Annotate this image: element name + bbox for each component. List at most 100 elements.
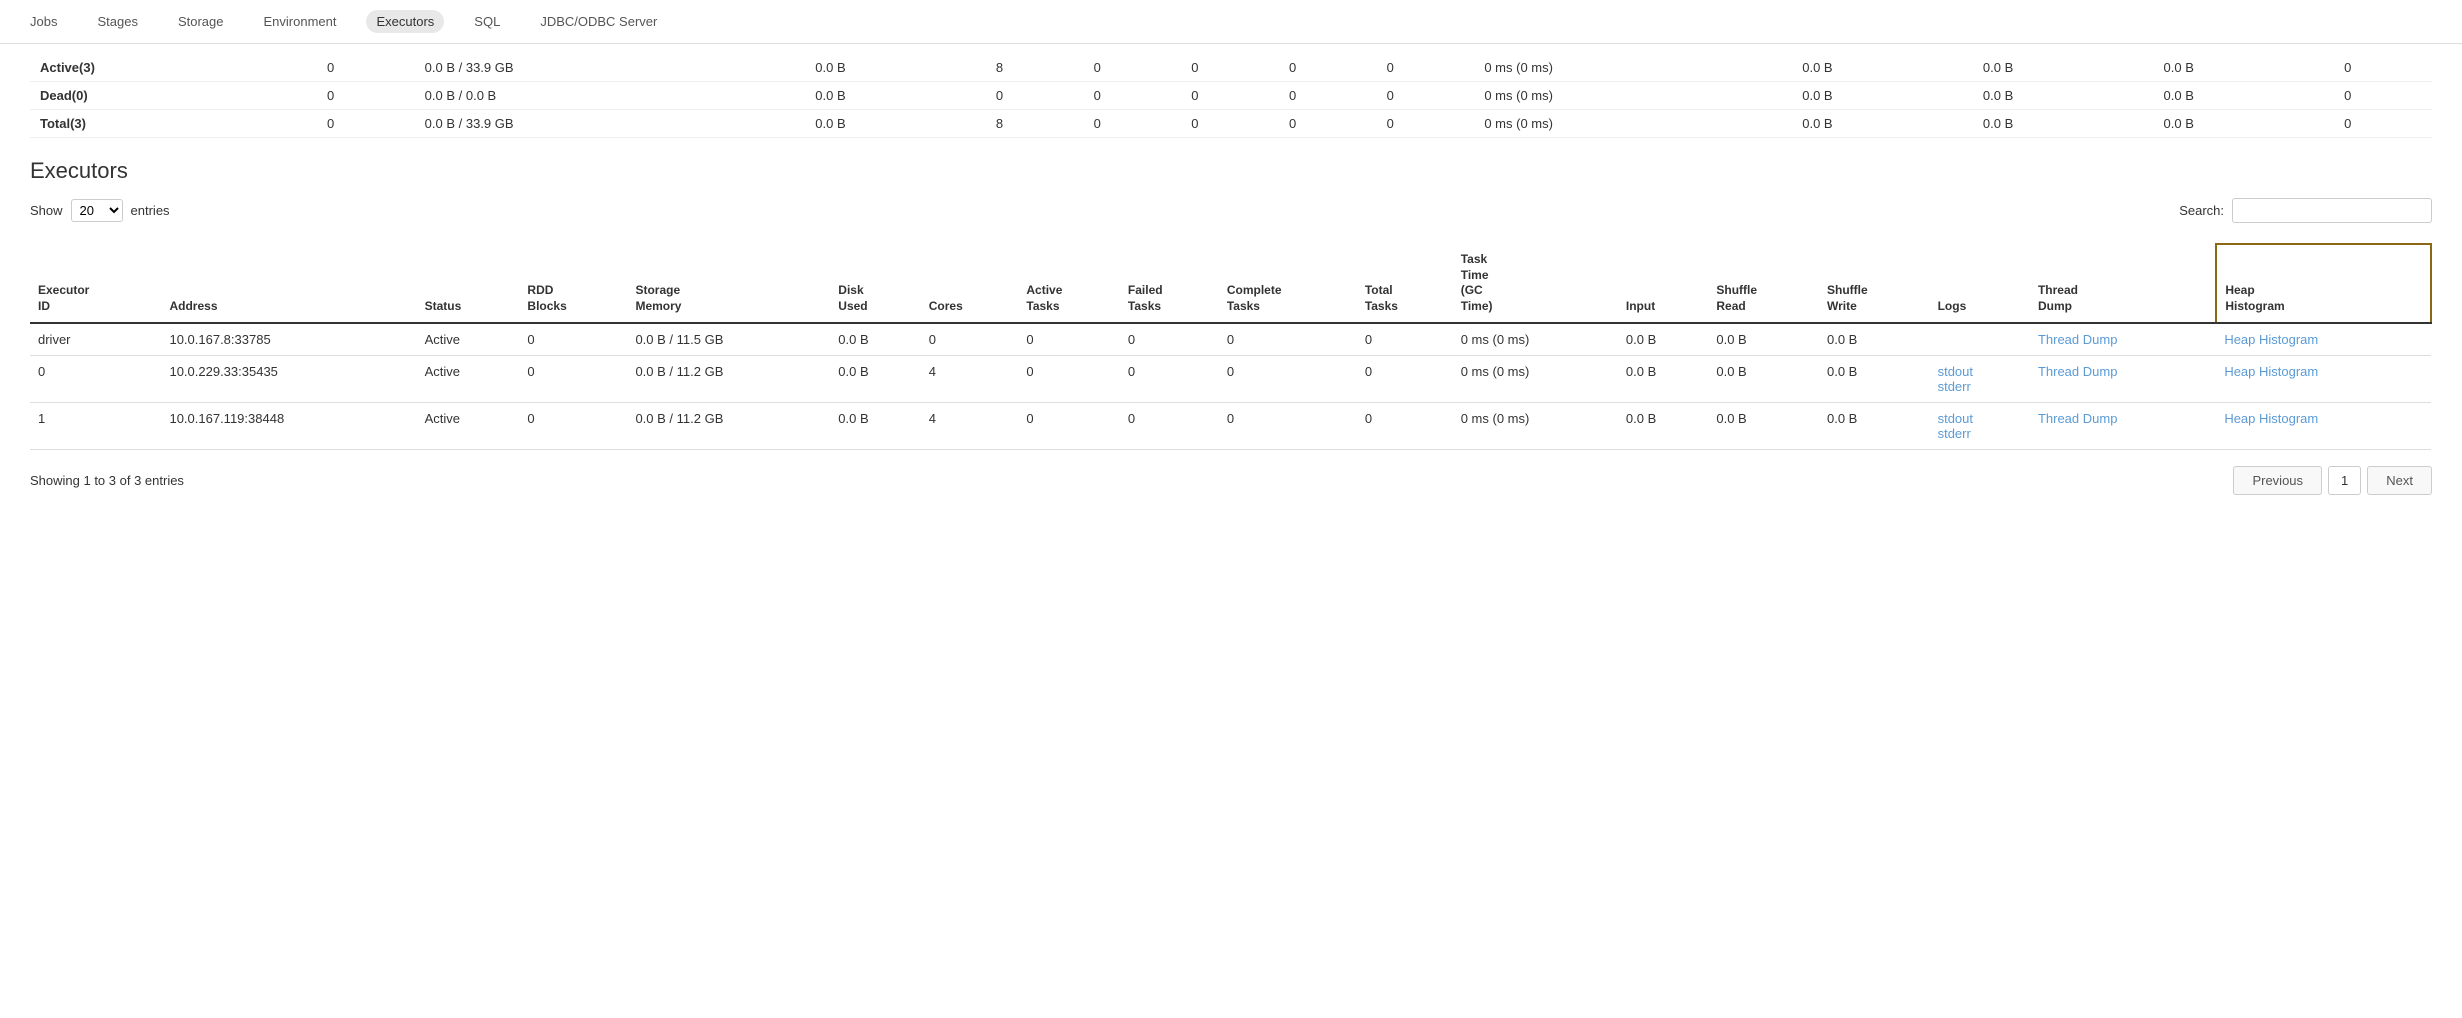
summary-dead-label: Dead(0) [30,82,317,110]
cell-active-tasks-0: 0 [1018,356,1120,403]
col-header-executor-id[interactable]: ExecutorID [30,244,161,323]
cell-disk-0: 0.0 B [830,356,920,403]
show-entries-select[interactable]: 20 50 100 [71,199,123,222]
cell-executor-id-0: 0 [30,356,161,403]
cell-cores-1: 4 [921,403,1019,450]
heap-histogram-link-1[interactable]: Heap Histogram [2224,411,2318,426]
summary-active-cores: 8 [986,54,1084,82]
search-label: Search: [2179,203,2224,218]
tab-storage[interactable]: Storage [168,10,234,33]
thread-dump-link-1[interactable]: Thread Dump [2038,411,2117,426]
summary-dead-disk: 0.0 B [805,82,986,110]
summary-total-label: Total(3) [30,110,317,138]
summary-dead-blacklisted: 0 [2334,82,2432,110]
pagination-controls: Previous 1 Next [2233,466,2432,495]
cell-thread-dump-0[interactable]: Thread Dump [2030,356,2216,403]
cell-storage-0: 0.0 B / 11.2 GB [627,356,830,403]
search-input[interactable] [2232,198,2432,223]
summary-dead-storage: 0.0 B / 0.0 B [415,82,806,110]
cell-heap-histogram-1[interactable]: Heap Histogram [2216,403,2431,450]
log-stderr-link-0[interactable]: stderr [1938,379,1971,394]
summary-active-label: Active(3) [30,54,317,82]
cell-shuffle-write-0: 0.0 B [1819,356,1930,403]
pagination-info: Showing 1 to 3 of 3 entries [30,473,184,488]
cell-disk-driver: 0.0 B [830,323,920,356]
log-stderr-link-1[interactable]: stderr [1938,426,1971,441]
col-header-active-tasks[interactable]: ActiveTasks [1018,244,1120,323]
current-page[interactable]: 1 [2328,466,2361,495]
tab-jdbc[interactable]: JDBC/ODBC Server [530,10,667,33]
summary-dead-shuffle-read: 0.0 B [1973,82,2154,110]
col-header-logs[interactable]: Logs [1930,244,2030,323]
col-header-shuffle-write[interactable]: ShuffleWrite [1819,244,1930,323]
summary-active-task-time: 0 ms (0 ms) [1474,54,1792,82]
col-header-rdd-blocks[interactable]: RDDBlocks [519,244,627,323]
cell-input-1: 0.0 B [1618,403,1708,450]
tab-stages[interactable]: Stages [87,10,147,33]
summary-total-disk: 0.0 B [805,110,986,138]
log-stdout-link-0[interactable]: stdout [1938,364,1973,379]
col-header-total-tasks[interactable]: TotalTasks [1357,244,1453,323]
summary-total-cores: 8 [986,110,1084,138]
cell-complete-tasks-1: 0 [1219,403,1357,450]
cell-cores-0: 4 [921,356,1019,403]
summary-total-shuffle-read: 0.0 B [1973,110,2154,138]
cell-total-tasks-0: 0 [1357,356,1453,403]
summary-active-failed-tasks: 0 [1181,54,1279,82]
cell-thread-dump-1[interactable]: Thread Dump [2030,403,2216,450]
cell-heap-histogram-driver[interactable]: Heap Histogram [2216,323,2431,356]
cell-shuffle-read-0: 0.0 B [1708,356,1819,403]
heap-histogram-link-0[interactable]: Heap Histogram [2224,364,2318,379]
summary-active-blacklisted: 0 [2334,54,2432,82]
tab-environment[interactable]: Environment [254,10,347,33]
cell-task-time-driver: 0 ms (0 ms) [1453,323,1618,356]
col-header-failed-tasks[interactable]: FailedTasks [1120,244,1219,323]
cell-task-time-0: 0 ms (0 ms) [1453,356,1618,403]
cell-total-tasks-driver: 0 [1357,323,1453,356]
summary-total-active-tasks: 0 [1084,110,1182,138]
show-label: Show [30,203,63,218]
cell-thread-dump-driver[interactable]: Thread Dump [2030,323,2216,356]
log-stdout-link-1[interactable]: stdout [1938,411,1973,426]
col-header-input[interactable]: Input [1618,244,1708,323]
thread-dump-link-driver[interactable]: Thread Dump [2038,332,2117,347]
previous-button[interactable]: Previous [2233,466,2322,495]
cell-rdd-driver: 0 [519,323,627,356]
heap-histogram-link-driver[interactable]: Heap Histogram [2224,332,2318,347]
cell-complete-tasks-driver: 0 [1219,323,1357,356]
col-header-cores[interactable]: Cores [921,244,1019,323]
col-header-task-time[interactable]: TaskTime(GCTime) [1453,244,1618,323]
nav-tabs: Jobs Stages Storage Environment Executor… [0,0,2462,44]
section-title: Executors [30,158,2432,184]
tab-jobs[interactable]: Jobs [20,10,67,33]
next-button[interactable]: Next [2367,466,2432,495]
summary-row-active: Active(3) 0 0.0 B / 33.9 GB 0.0 B 8 0 0 … [30,54,2432,82]
cell-executor-id-driver: driver [30,323,161,356]
cell-logs-driver [1930,323,2030,356]
col-header-status[interactable]: Status [417,244,520,323]
tab-sql[interactable]: SQL [464,10,510,33]
col-header-thread-dump[interactable]: ThreadDump [2030,244,2216,323]
cell-storage-1: 0.0 B / 11.2 GB [627,403,830,450]
tab-executors[interactable]: Executors [366,10,444,33]
summary-active-storage: 0.0 B / 33.9 GB [415,54,806,82]
col-header-shuffle-read[interactable]: ShuffleRead [1708,244,1819,323]
cell-shuffle-write-1: 0.0 B [1819,403,1930,450]
col-header-storage-memory[interactable]: StorageMemory [627,244,830,323]
summary-total-failed-tasks: 0 [1181,110,1279,138]
table-row: 1 10.0.167.119:38448 Active 0 0.0 B / 11… [30,403,2431,450]
summary-dead-shuffle-write: 0.0 B [2154,82,2335,110]
summary-dead-failed-tasks: 0 [1181,82,1279,110]
executors-table: ExecutorID Address Status RDDBlocks Stor… [30,243,2432,450]
thread-dump-link-0[interactable]: Thread Dump [2038,364,2117,379]
col-header-disk-used[interactable]: DiskUsed [830,244,920,323]
col-header-heap-histogram[interactable]: HeapHistogram [2216,244,2431,323]
summary-dead-total-tasks: 0 [1377,82,1475,110]
summary-total-storage: 0.0 B / 33.9 GB [415,110,806,138]
col-header-complete-tasks[interactable]: CompleteTasks [1219,244,1357,323]
summary-total-total-tasks: 0 [1377,110,1475,138]
col-header-address[interactable]: Address [161,244,416,323]
cell-heap-histogram-0[interactable]: Heap Histogram [2216,356,2431,403]
summary-row-total: Total(3) 0 0.0 B / 33.9 GB 0.0 B 8 0 0 0… [30,110,2432,138]
summary-dead-task-time: 0 ms (0 ms) [1474,82,1792,110]
